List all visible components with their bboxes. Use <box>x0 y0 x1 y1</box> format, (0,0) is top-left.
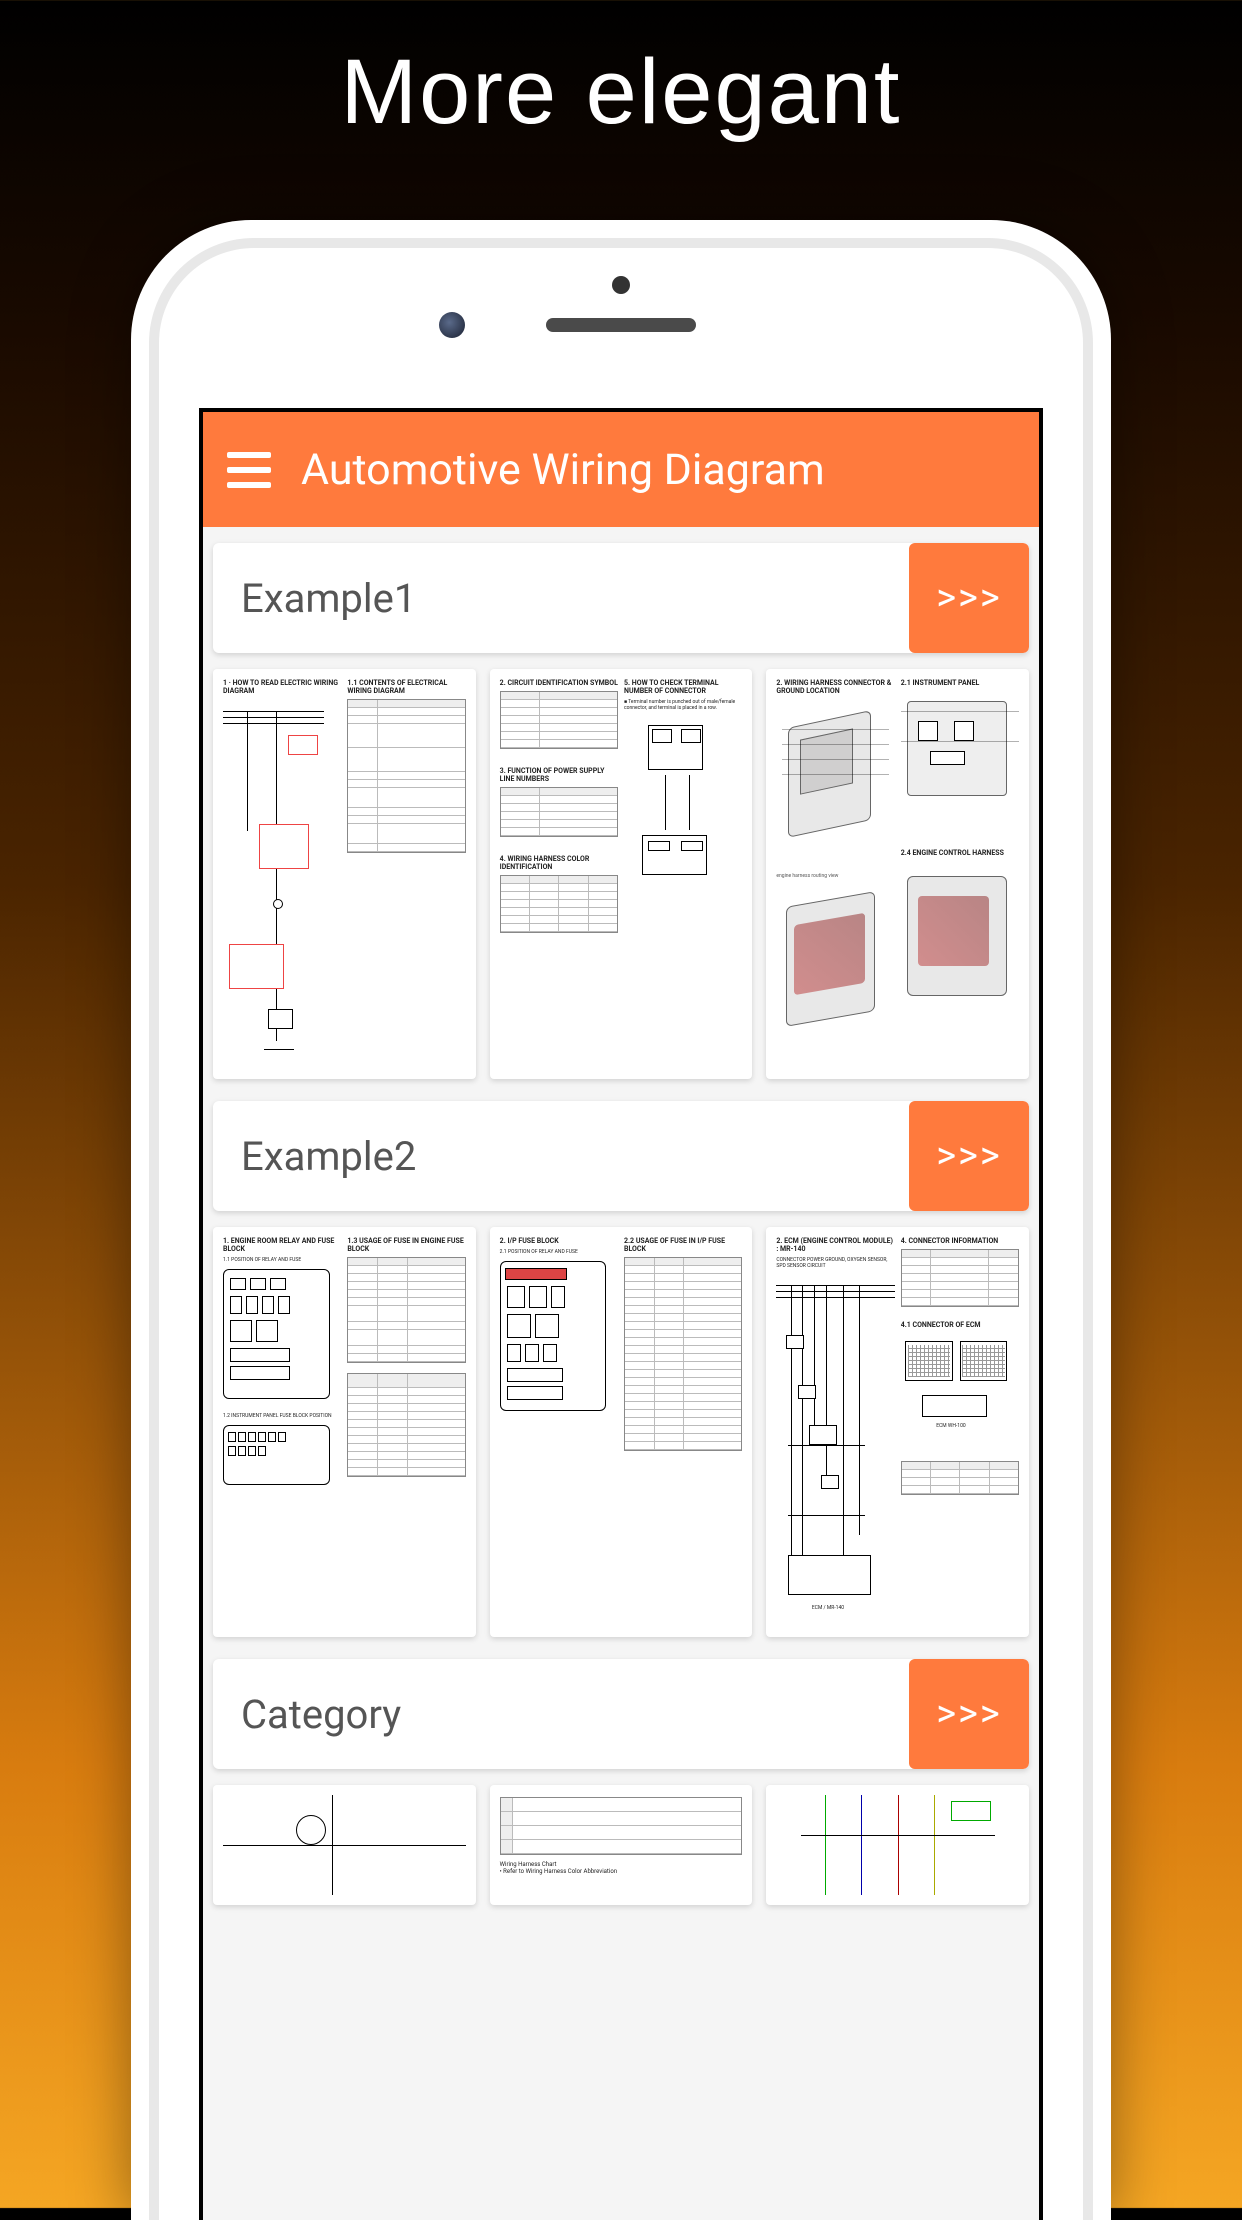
diagram-thumbnail[interactable]: 2. ECM (ENGINE CONTROL MODULE) : MR-140 … <box>766 1227 1029 1637</box>
section-header-category: Category >>> <box>213 1659 1029 1769</box>
app-title: Automotive Wiring Diagram <box>301 445 825 495</box>
more-button[interactable]: >>> <box>909 1101 1029 1211</box>
app-header: Automotive Wiring Diagram <box>203 412 1039 527</box>
hamburger-menu-icon[interactable] <box>227 452 271 488</box>
scroll-area[interactable]: Example1 >>> 1 · HOW TO READ ELECTRIC WI… <box>203 527 1039 2220</box>
diagram-thumbnail[interactable]: 1 · HOW TO READ ELECTRIC WIRING DIAGRAM <box>213 669 476 1079</box>
section-title: Example1 <box>213 543 909 653</box>
section-header-example2: Example2 >>> <box>213 1101 1029 1211</box>
thumb-row-example2: 1. ENGINE ROOM RELAY AND FUSE BLOCK 1.1 … <box>213 1227 1029 1637</box>
phone-mockup: Automotive Wiring Diagram Example1 >>> <box>131 220 1111 2220</box>
phone-camera <box>439 312 465 338</box>
phone-screen: Automotive Wiring Diagram Example1 >>> <box>199 408 1043 2220</box>
more-button[interactable]: >>> <box>909 1659 1029 1769</box>
phone-sensor <box>612 276 630 294</box>
diagram-thumbnail[interactable]: 2. WIRING HARNESS CONNECTOR & GROUND LOC… <box>766 669 1029 1079</box>
diagram-thumbnail[interactable]: 2. CIRCUIT IDENTIFICATION SYMBOL <box>490 669 753 1079</box>
diagram-thumbnail[interactable]: 1. ENGINE ROOM RELAY AND FUSE BLOCK 1.1 … <box>213 1227 476 1637</box>
diagram-thumbnail[interactable]: Wiring Harness Chart• Refer to Wiring Ha… <box>490 1785 753 1905</box>
section-title: Category <box>213 1659 909 1769</box>
diagram-thumbnail[interactable]: 2. I/P FUSE BLOCK 2.1 POSITION OF RELAY … <box>490 1227 753 1637</box>
diagram-thumbnail[interactable] <box>213 1785 476 1905</box>
thumb-row-category: Wiring Harness Chart• Refer to Wiring Ha… <box>213 1785 1029 1905</box>
app-content: Automotive Wiring Diagram Example1 >>> <box>203 412 1039 2220</box>
diagram-thumbnail[interactable] <box>766 1785 1029 1905</box>
thumb-row-example1: 1 · HOW TO READ ELECTRIC WIRING DIAGRAM <box>213 669 1029 1079</box>
section-title: Example2 <box>213 1101 909 1211</box>
hero-text: More elegant <box>0 0 1242 145</box>
section-header-example1: Example1 >>> <box>213 543 1029 653</box>
phone-speaker <box>546 318 696 332</box>
more-button[interactable]: >>> <box>909 543 1029 653</box>
